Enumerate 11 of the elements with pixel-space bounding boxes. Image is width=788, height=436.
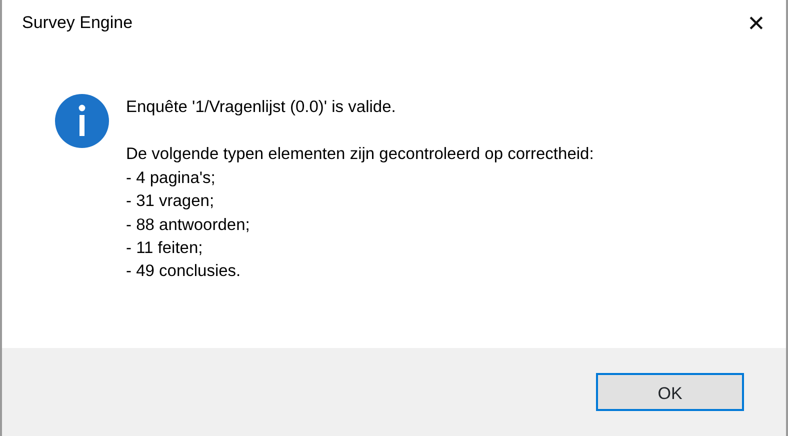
list-item: - 4 pagina's; [126, 168, 216, 189]
info-icon [54, 93, 110, 149]
close-button[interactable]: ✕ [726, 0, 786, 46]
window-title: Survey Engine [22, 12, 133, 34]
list-item: - 88 antwoorden; [126, 214, 251, 236]
message-intro: De volgende typen elementen zijn gecontroleerd op correctheid: [126, 144, 594, 166]
list-item: - 31 vragen; [126, 191, 216, 212]
ok-button[interactable]: OK [596, 373, 744, 411]
list-item: - 49 conclusies. [126, 261, 242, 282]
list-item: - 11 feiten; [126, 238, 204, 260]
message-headline: Enquête '1/Vragenlijst (0.0)' is valide. [126, 97, 397, 118]
